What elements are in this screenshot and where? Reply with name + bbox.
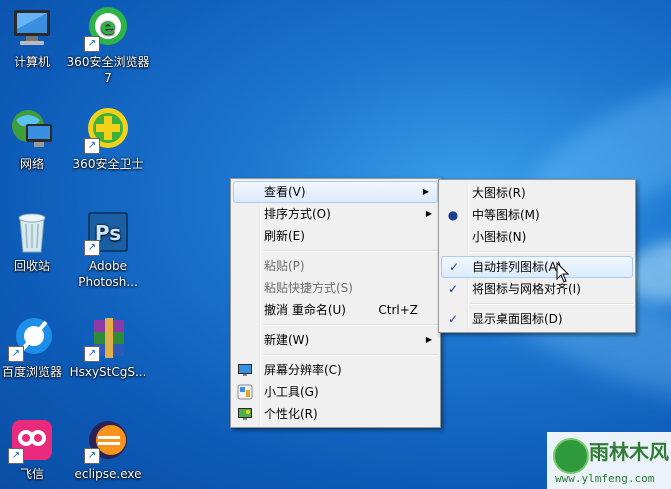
shortcut-arrow-icon: ↗ <box>84 448 100 464</box>
menu-separator <box>263 354 438 356</box>
baidu-browser-icon: ↗ <box>8 314 56 362</box>
checkmark-icon: ✓ <box>448 260 460 274</box>
shortcut-arrow-icon: ↗ <box>84 138 100 154</box>
menu-item-personalize[interactable]: 个性化(R) <box>231 403 440 425</box>
desktop-icon-network[interactable]: 网络 <box>0 106 74 172</box>
site-watermark: 雨林木风 www.ylmfeng.com <box>547 432 671 489</box>
360-browser-icon: e ↗ <box>84 4 132 52</box>
desktop-icon-baidu-browser[interactable]: ↗ 百度浏览器 <box>0 314 74 380</box>
desktop-icon-photoshop[interactable]: Ps ↗ Adobe Photosh... <box>66 208 150 290</box>
menu-item-screen-resolution[interactable]: 屏幕分辨率(C) <box>231 359 440 381</box>
icon-label: HsxyStCgS... <box>69 365 147 379</box>
menu-separator <box>471 251 633 253</box>
menu-item-sort-by[interactable]: 排序方式(O) ▶ <box>231 203 440 225</box>
view-submenu: 大图标(R) ● 中等图标(M) 小图标(N) ✓ 自动排列图标(A) ✓ 将图… <box>438 179 636 333</box>
menu-item-align-to-grid[interactable]: ✓ 将图标与网格对齐(I) <box>439 278 635 300</box>
mouse-cursor-icon <box>556 261 570 288</box>
menu-item-label: 显示桌面图标(D) <box>472 312 563 326</box>
menu-item-shortcut: Ctrl+Z <box>378 303 418 317</box>
icon-label: 网络 <box>19 157 44 171</box>
menu-item-label: 粘贴快捷方式(S) <box>264 281 353 295</box>
checkmark-icon: ✓ <box>447 282 459 296</box>
menu-item-label: 查看(V) <box>264 185 306 199</box>
icon-label: 计算机 <box>13 55 50 69</box>
watermark-url: www.ylmfeng.com <box>555 472 655 485</box>
menu-item-label: 小图标(N) <box>472 230 527 244</box>
icon-label: 回收站 <box>13 259 50 273</box>
icon-label: 百度浏览器 <box>1 365 62 379</box>
menu-item-undo-rename[interactable]: 撤消 重命名(U) Ctrl+Z <box>231 299 440 321</box>
shortcut-arrow-icon: ↗ <box>84 240 100 256</box>
menu-item-label: 小工具(G) <box>264 385 319 399</box>
personalize-icon <box>237 406 253 422</box>
recycle-bin-icon <box>8 208 56 256</box>
icon-label: eclipse.exe <box>74 467 142 481</box>
menu-item-paste[interactable]: 粘贴(P) <box>231 255 440 277</box>
icon-label: 360安全浏览器7 <box>66 55 150 85</box>
menu-item-new[interactable]: 新建(W) ▶ <box>231 329 440 351</box>
menu-separator <box>263 250 438 252</box>
shortcut-arrow-icon: ↗ <box>84 346 100 362</box>
icon-label: 360安全卫士 <box>72 157 144 171</box>
radio-bullet-icon: ● <box>447 208 459 222</box>
desktop-context-menu: 查看(V) ▶ 排序方式(O) ▶ 刷新(E) 粘贴(P) 粘贴快捷方式(S) … <box>230 178 441 428</box>
menu-item-large-icons[interactable]: 大图标(R) <box>439 182 635 204</box>
network-icon <box>8 106 56 154</box>
watermark-logo-icon <box>553 438 589 474</box>
submenu-arrow-icon: ▶ <box>422 187 429 196</box>
display-icon <box>237 362 253 378</box>
winrar-archive-icon: ↗ <box>84 314 132 362</box>
eclipse-icon: ↗ <box>84 416 132 464</box>
menu-item-label: 大图标(R) <box>472 186 526 200</box>
shortcut-arrow-icon: ↗ <box>8 448 24 464</box>
menu-item-auto-arrange[interactable]: ✓ 自动排列图标(A) <box>441 256 633 278</box>
photoshop-icon: Ps ↗ <box>84 208 132 256</box>
desktop-icon-fetion[interactable]: ↗ 飞信 <box>0 416 74 482</box>
menu-item-gadgets[interactable]: 小工具(G) <box>231 381 440 403</box>
menu-separator <box>263 324 438 326</box>
menu-item-label: 屏幕分辨率(C) <box>264 363 342 377</box>
desktop-icon-eclipse[interactable]: ↗ eclipse.exe <box>66 416 150 482</box>
menu-item-view[interactable]: 查看(V) ▶ <box>233 181 438 203</box>
menu-item-small-icons[interactable]: 小图标(N) <box>439 226 635 248</box>
desktop-icon-winrar-archive[interactable]: ↗ HsxyStCgS... <box>66 314 150 380</box>
menu-item-label: 中等图标(M) <box>472 208 540 222</box>
menu-item-label: 新建(W) <box>264 333 310 347</box>
watermark-title: 雨林木风 <box>589 440 669 464</box>
menu-item-label: 排序方式(O) <box>264 207 331 221</box>
menu-item-label: 刷新(E) <box>264 229 305 243</box>
icon-label: Adobe Photosh... <box>78 259 138 289</box>
gadgets-icon <box>237 384 253 400</box>
desktop-icon-360-browser[interactable]: e ↗ 360安全浏览器7 <box>66 4 150 86</box>
menu-item-refresh[interactable]: 刷新(E) <box>231 225 440 247</box>
menu-item-show-desktop-icons[interactable]: ✓ 显示桌面图标(D) <box>439 308 635 330</box>
menu-item-label: 自动排列图标(A) <box>472 260 562 274</box>
menu-item-label: 粘贴(P) <box>264 259 305 273</box>
menu-separator <box>471 303 633 305</box>
computer-icon <box>8 4 56 52</box>
desktop-icon-360-safe[interactable]: ↗ 360安全卫士 <box>66 106 150 172</box>
submenu-arrow-icon: ▶ <box>425 209 432 218</box>
shortcut-arrow-icon: ↗ <box>84 36 100 52</box>
shortcut-arrow-icon: ↗ <box>8 346 24 362</box>
checkmark-icon: ✓ <box>447 312 459 326</box>
desktop-icon-recycle-bin[interactable]: 回收站 <box>0 208 74 274</box>
fetion-icon: ↗ <box>8 416 56 464</box>
360-safe-icon: ↗ <box>84 106 132 154</box>
menu-item-label: 撤消 重命名(U) <box>264 303 346 317</box>
svg-text:e: e <box>101 15 116 40</box>
menu-item-paste-shortcut[interactable]: 粘贴快捷方式(S) <box>231 277 440 299</box>
desktop-icon-computer[interactable]: 计算机 <box>0 4 74 70</box>
submenu-arrow-icon: ▶ <box>425 335 432 344</box>
icon-label: 飞信 <box>19 467 44 481</box>
menu-item-medium-icons[interactable]: ● 中等图标(M) <box>439 204 635 226</box>
menu-item-label: 个性化(R) <box>264 407 318 421</box>
